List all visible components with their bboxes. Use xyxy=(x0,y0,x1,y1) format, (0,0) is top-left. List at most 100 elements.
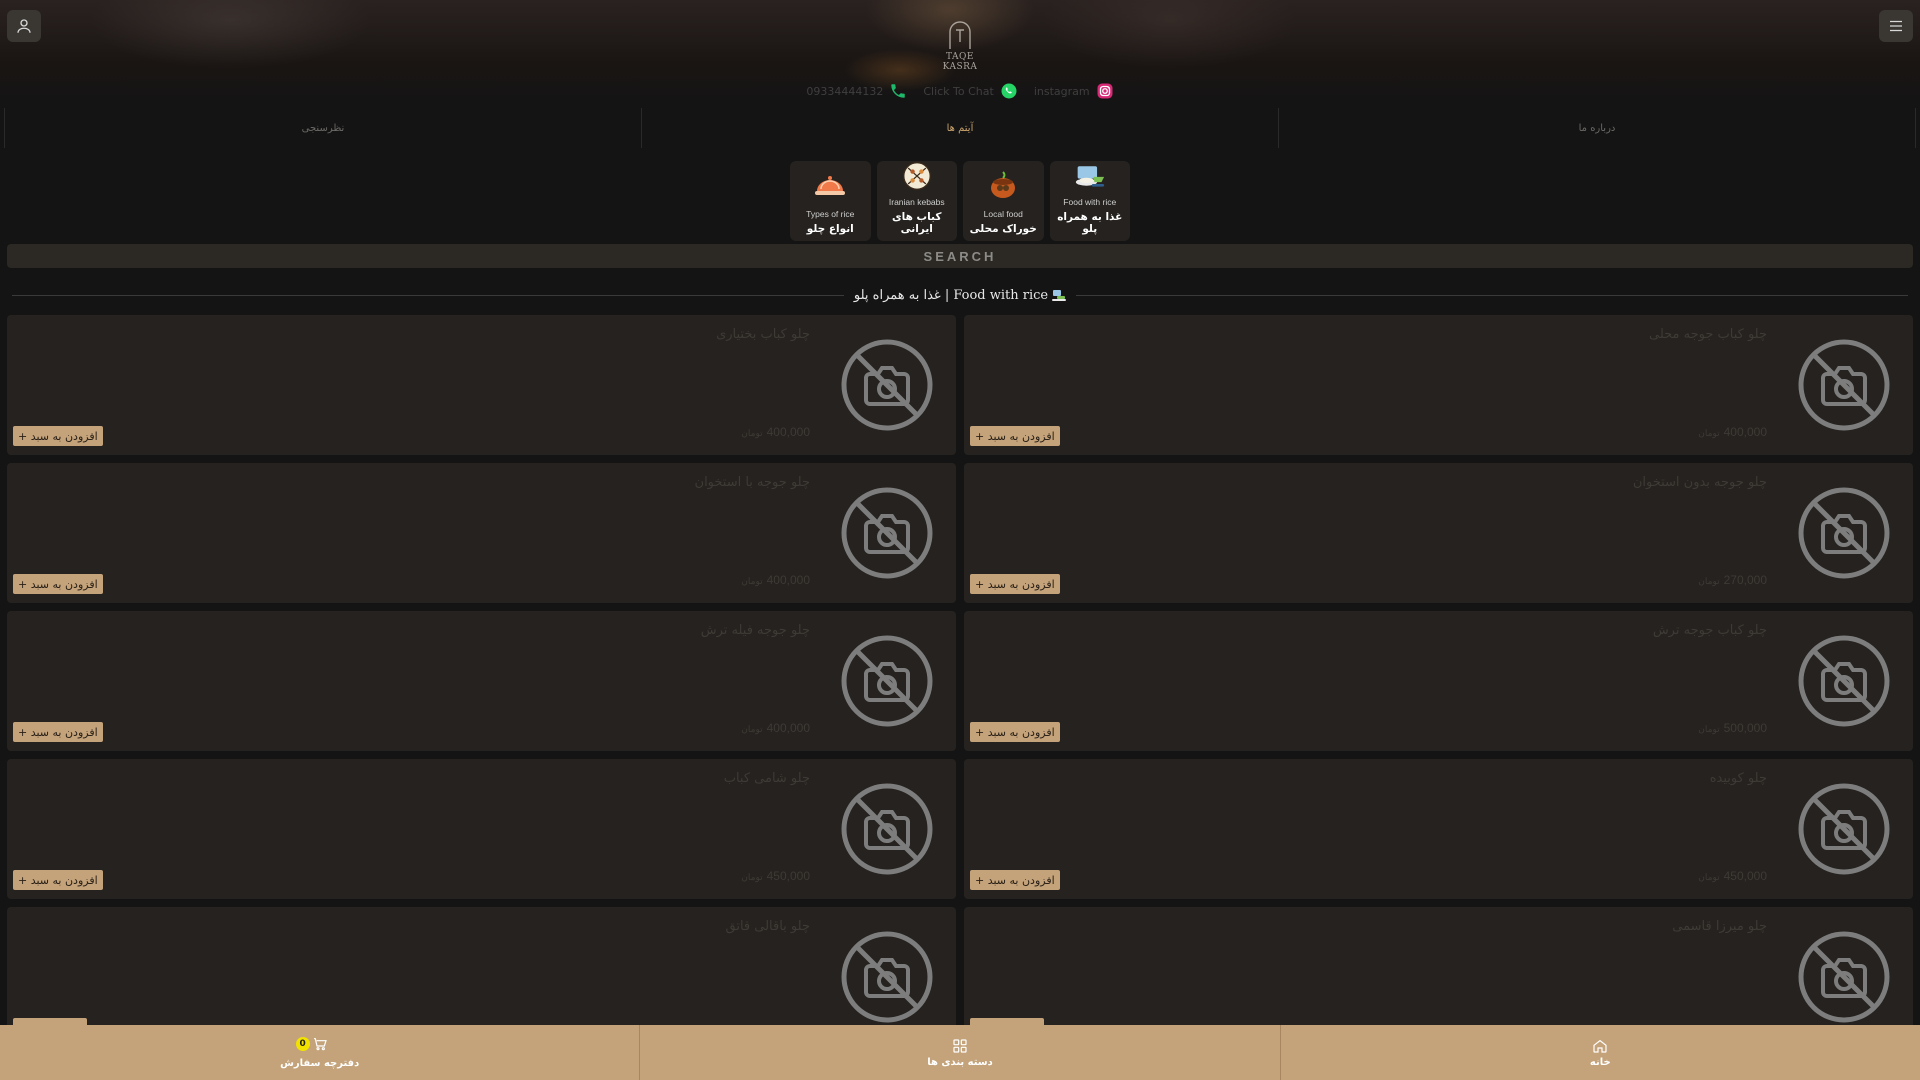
nav-order-book-label: دفترچه سفارش xyxy=(280,1058,360,1069)
price-value: 400,000 xyxy=(766,425,810,439)
product-price: تومان 270,000 xyxy=(1698,573,1767,587)
chat-label: Click To Chat xyxy=(923,84,994,98)
price-value: 400,000 xyxy=(766,573,810,587)
no-photo-icon xyxy=(840,782,934,876)
category-en-label: Iranian kebabs xyxy=(888,197,945,207)
price-value: 400,000 xyxy=(766,721,810,735)
category-fa-label: کباب های ایرانی xyxy=(892,211,942,235)
product-price: تومان 500,000 xyxy=(1698,721,1767,735)
no-photo-icon xyxy=(1797,338,1891,432)
product-name: چلو جوجه با استخوان xyxy=(694,475,810,490)
product-card[interactable]: چلو جوجه بدون استخوان تومان 270,000 افزودن … xyxy=(964,463,1913,603)
whatsapp-chat-link[interactable]: Click To Chat xyxy=(923,82,1018,100)
product-name: چلو کوبیده xyxy=(1709,771,1767,786)
product-card[interactable]: چلو کباب جوجه محلی تومان 400,000 افزودن به … xyxy=(964,315,1913,455)
phone-icon xyxy=(891,84,906,98)
whatsapp-icon xyxy=(1001,83,1017,99)
add-to-cart-button[interactable]: افزودن به سبد + xyxy=(13,574,103,594)
price-unit: تومان xyxy=(1698,576,1720,586)
top-tabs: نظرسنجی آیتم ها درباره ما xyxy=(4,108,1916,148)
product-price: تومان 400,000 xyxy=(741,721,810,735)
no-photo-icon xyxy=(840,338,934,432)
add-to-cart-button[interactable]: افزودن به سبد + xyxy=(13,426,103,446)
product-name: چلو کباب جوجه محلی xyxy=(1648,327,1767,342)
no-photo-icon xyxy=(840,930,934,1024)
product-price: تومان 450,000 xyxy=(741,869,810,883)
category-fa-label: غذا به همراه پلو xyxy=(1057,211,1123,235)
product-name: چلو کباب بختیاری xyxy=(716,327,810,342)
tab-items[interactable]: آیتم ها xyxy=(641,108,1278,148)
product-grid: چلو کباب بختیاری تومان 400,000 افزودن به سب… xyxy=(7,315,1913,1047)
home-icon xyxy=(1593,1039,1607,1053)
search-label: SEARCH xyxy=(923,248,997,264)
product-card[interactable]: چلو شامی کباب تومان 450,000 افزودن به سبد + xyxy=(7,759,956,899)
no-photo-icon xyxy=(840,634,934,728)
cart-icon xyxy=(313,1038,327,1051)
product-card[interactable]: چلو جوجه فیله ترش تومان 400,000 افزودن به س… xyxy=(7,611,956,751)
category-en-label: Types of rice xyxy=(806,209,855,219)
price-unit: تومان xyxy=(1698,872,1720,882)
nav-categories[interactable]: دسته بندی ها xyxy=(639,1025,1279,1080)
price-unit: تومان xyxy=(741,428,763,438)
price-value: 270,000 xyxy=(1723,573,1767,587)
category-food-with-rice[interactable]: Food with rice غذا به همراه پلو xyxy=(1049,161,1130,241)
product-name: چلو کباب جوجه ترش xyxy=(1652,623,1767,638)
brand-name: TAQE KASRA xyxy=(942,52,978,72)
cart-count-badge: 0 xyxy=(295,1037,310,1051)
menu-button[interactable] xyxy=(1879,10,1913,42)
instagram-link[interactable]: instagram xyxy=(1034,82,1114,100)
product-name: چلو باقالی قاتق xyxy=(725,919,810,934)
bottom-nav: 0 دفترچه سفارش دسته بندی ها خانه xyxy=(0,1025,1920,1080)
add-to-cart-button[interactable]: افزودن به سبد + xyxy=(970,426,1060,446)
price-value: 450,000 xyxy=(1723,869,1767,883)
category-iranian-kebabs[interactable]: Iranian kebabs کباب های ایرانی xyxy=(876,161,957,241)
category-list: Food with rice غذا به همراه پلو Local fo… xyxy=(790,161,1130,241)
price-unit: تومان xyxy=(741,576,763,586)
product-price: تومان 450,000 xyxy=(1698,869,1767,883)
add-to-cart-button[interactable]: افزودن به سبد + xyxy=(13,722,103,742)
section-title: غذا به همراه پلو | Food with rice xyxy=(853,287,1049,303)
search-bar[interactable]: SEARCH xyxy=(7,244,1913,268)
category-en-label: Food with rice xyxy=(1063,197,1117,207)
plate-with-rice-icon xyxy=(1075,166,1104,187)
product-price: تومان 400,000 xyxy=(741,573,810,587)
product-name: چلو جوجه بدون استخوان xyxy=(1632,475,1767,490)
add-to-cart-button[interactable]: افزودن به سبد + xyxy=(970,870,1060,890)
category-fa-label: خوراک محلی xyxy=(969,223,1037,235)
instagram-label: instagram xyxy=(1033,84,1090,98)
add-to-cart-button[interactable]: افزودن به سبد + xyxy=(970,722,1060,742)
product-card[interactable]: چلو کباب بختیاری تومان 400,000 افزودن به سب… xyxy=(7,315,956,455)
price-unit: تومان xyxy=(741,724,763,734)
arch-logo-icon xyxy=(949,21,971,49)
add-to-cart-button[interactable]: افزودن به سبد + xyxy=(970,574,1060,594)
tab-survey[interactable]: نظرسنجی xyxy=(4,108,641,148)
contact-bar: 09334444132 Click To Chat instagram xyxy=(0,82,1920,100)
no-photo-icon xyxy=(1797,782,1891,876)
add-to-cart-button[interactable]: افزودن به سبد + xyxy=(13,870,103,890)
price-unit: تومان xyxy=(1698,428,1720,438)
category-fa-label: انواع چلو xyxy=(806,223,854,235)
product-card[interactable]: چلو جوجه با استخوان تومان 400,000 افزودن به… xyxy=(7,463,956,603)
brand-logo[interactable]: TAQE KASRA xyxy=(930,20,990,72)
section-header: غذا به همراه پلو | Food with rice xyxy=(12,287,1908,303)
price-value: 500,000 xyxy=(1723,721,1767,735)
product-card[interactable]: چلو کباب جوجه ترش تومان 500,000 افزودن به س… xyxy=(964,611,1913,751)
no-photo-icon xyxy=(1797,486,1891,580)
price-unit: تومان xyxy=(741,872,763,882)
category-types-of-rice[interactable]: Types of rice انواع چلو xyxy=(790,161,871,241)
nav-order-book[interactable]: 0 دفترچه سفارش xyxy=(0,1025,639,1080)
price-unit: تومان xyxy=(1698,724,1720,734)
tab-about-us[interactable]: درباره ما xyxy=(1278,108,1916,148)
nav-home[interactable]: خانه xyxy=(1279,1025,1920,1080)
product-name: چلو جوجه فیله ترش xyxy=(700,623,810,638)
category-en-label: Local food xyxy=(983,209,1023,219)
user-account-button[interactable] xyxy=(7,10,41,42)
nav-categories-label: دسته بندی ها xyxy=(927,1056,993,1068)
category-local-food[interactable]: Local food خوراک محلی xyxy=(963,161,1044,241)
instagram-icon xyxy=(1097,83,1113,99)
product-card[interactable]: چلو کوبیده تومان 450,000 افزودن به سبد + xyxy=(964,759,1913,899)
plate-with-rice-icon xyxy=(1052,290,1067,301)
product-price: تومان 400,000 xyxy=(741,425,810,439)
phone-link[interactable]: 09334444132 xyxy=(806,82,907,100)
menu-icon xyxy=(1890,20,1902,32)
